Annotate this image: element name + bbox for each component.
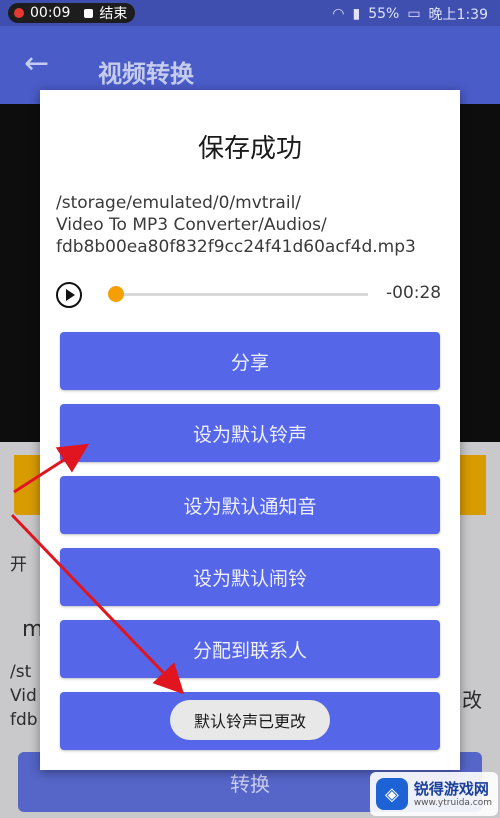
watermark: ◈ 锐得游戏网 www.ytruida.com [370,772,498,816]
arrow-to-toast [10,513,185,695]
watermark-name: 锐得游戏网 [413,780,489,798]
watermark-url: www.ytruida.com [413,798,492,808]
arrow-to-ringtone-button [13,443,90,494]
annotation-arrows [10,443,185,695]
watermark-logo-icon: ◈ [376,778,408,810]
